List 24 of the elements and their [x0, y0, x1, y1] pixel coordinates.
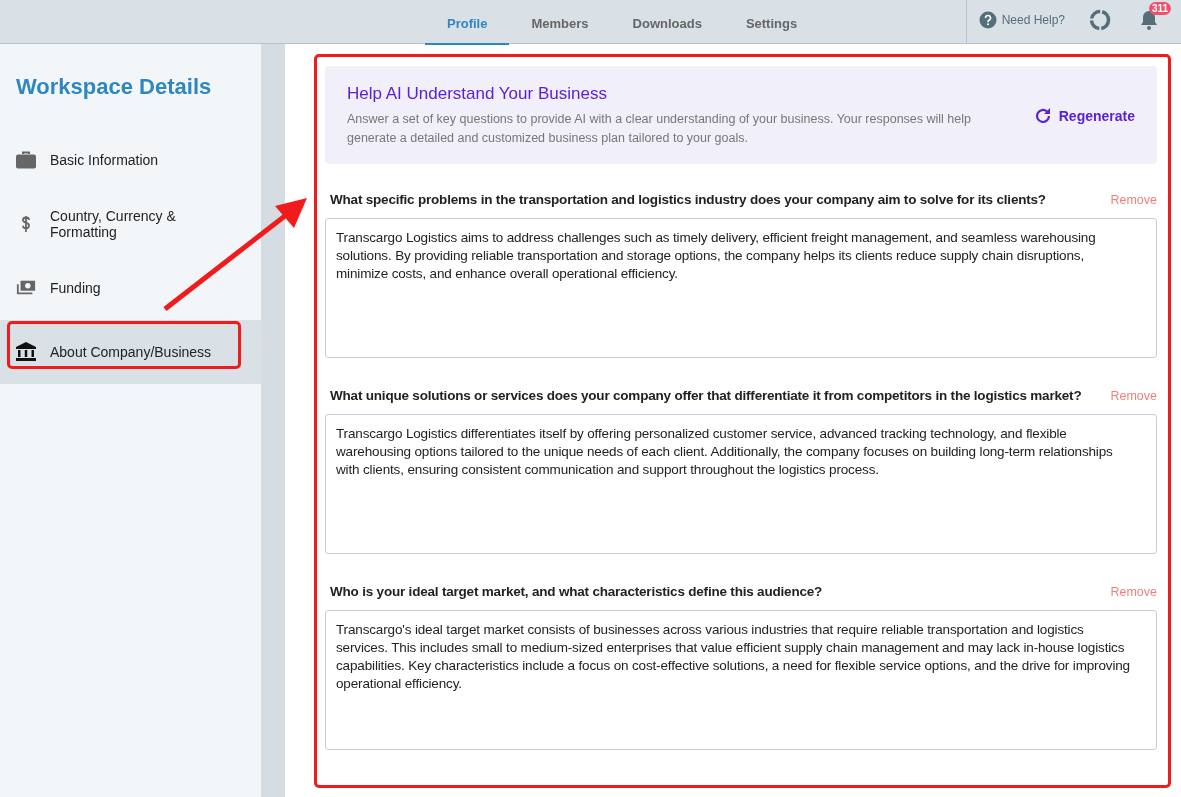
answer-field[interactable]: Transcargo Logistics aims to address challenges such as timely delivery, efficient freight management, and seamless warehousing solutions. By providing reliable transportation and storage options, the company helps its clients reduce supply chain disruptions, minimize costs, and enhance overall operational efficiency.: [325, 218, 1157, 358]
sidebar-item[interactable]: About Company/Business: [0, 320, 261, 384]
question-label: What unique solutions or services does your company offer that differentiate it from competitors in the logistics market?: [330, 388, 1082, 403]
sidebar-item[interactable]: Country, Currency & Formatting: [0, 192, 261, 256]
help-icon: [978, 11, 997, 29]
briefcase-icon: [16, 151, 36, 169]
notification-count: 311: [1149, 1, 1172, 15]
nav-tab[interactable]: Members: [509, 0, 611, 45]
bank-icon: [16, 342, 36, 362]
banner-description: Answer a set of key questions to provide AI with a clear understanding of your business. Your responses will help generate a detailed and customized business plan tailored to your goals.: [347, 111, 972, 147]
banner-title: Help AI Understand Your Business: [347, 84, 608, 104]
help-link[interactable]: Need Help?: [978, 11, 1065, 29]
regenerate-button[interactable]: Regenerate: [1032, 102, 1135, 130]
answer-field[interactable]: Transcargo Logistics differentiates itself by offering personalized customer service, advanced tracking technology, and flexible warehousing options tailored to the unique needs of each client. Additionally, the company focuses on building long-term relationships with clients, ensuring consistent communication and support throughout the logistics process.: [325, 414, 1157, 554]
nav-tab[interactable]: Downloads: [610, 0, 724, 45]
question-label: Who is your ideal target market, and what characteristics define this audience?: [330, 584, 823, 599]
loading-ring-icon[interactable]: [1089, 9, 1111, 31]
banknote-icon: [16, 279, 36, 297]
answer-field[interactable]: Transcargo's ideal target market consists of businesses across various industries that require reliable transportation and logistics services. This includes small to medium-sized enterprises that value efficient supply chain management and may lack in-house logistics capabilities. Key characteristics include a focus on cost-effective solutions, a need for flexible service options, and the drive for improving operational efficiency.: [325, 610, 1157, 750]
question-label: What specific problems in the transportation and logistics industry does your company aim to solve for its clients?: [330, 192, 1046, 207]
sidebar-item[interactable]: Basic Information: [0, 128, 261, 192]
nav-tab[interactable]: Settings: [723, 0, 820, 45]
sidebar-title: Workspace Details: [16, 74, 213, 100]
sidebar-item[interactable]: Funding: [0, 256, 261, 320]
